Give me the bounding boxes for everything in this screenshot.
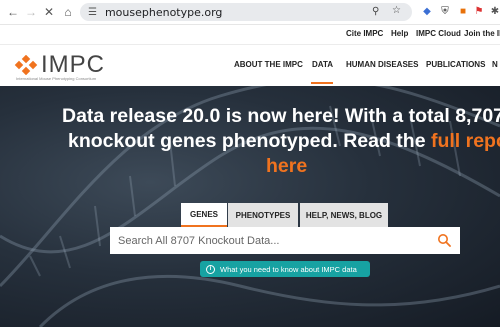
extension-blue-icon[interactable]: ◆ — [420, 4, 434, 18]
help-link[interactable]: Help — [391, 29, 408, 38]
tab-phenotypes[interactable]: PHENOTYPES — [228, 203, 298, 227]
extension-orange-icon[interactable]: ■ — [456, 4, 470, 18]
utility-links-bar: Cite IMPC Help IMPC Cloud Join the IMPC — [0, 24, 500, 44]
nav-data[interactable]: DATA — [312, 60, 333, 69]
extension-flag-icon[interactable]: ⚑ — [472, 4, 486, 18]
logo-wordmark: IMPC — [41, 51, 105, 78]
headline-line-2-text: knockout genes phenotyped. Read the — [68, 130, 431, 152]
tab-help-news-blog[interactable]: HELP, NEWS, BLOG — [300, 203, 388, 227]
headline-line-2: knockout genes phenotyped. Read the full… — [68, 129, 500, 154]
forward-icon[interactable]: → — [22, 3, 40, 21]
search-input[interactable] — [118, 234, 418, 247]
here-link[interactable]: here — [266, 154, 500, 179]
impc-logo-icon — [14, 55, 38, 75]
tab-genes[interactable]: GENES — [181, 203, 227, 227]
zoom-icon[interactable]: ⚲ — [372, 6, 379, 17]
extension-puzzle-icon[interactable]: ✱ — [488, 4, 500, 18]
full-report-link[interactable]: full report — [431, 130, 500, 152]
browser-toolbar: ← → ✕ ⌂ ☰ mousephenotype.org ⚲ ☆ ◆ ⛨ ■ ⚑… — [0, 0, 500, 24]
active-nav-indicator — [311, 82, 333, 84]
info-icon: i — [206, 264, 215, 274]
cite-impc-link[interactable]: Cite IMPC — [346, 29, 383, 38]
headline-line-1: Data release 20.0 is now here! With a to… — [62, 105, 500, 127]
nav-publications[interactable]: PUBLICATIONS — [426, 60, 485, 69]
join-impc-link[interactable]: Join the IMPC — [464, 29, 500, 38]
logo-subtitle: International Mouse Phenotyping Consorti… — [16, 76, 97, 81]
bookmark-star-icon[interactable]: ☆ — [392, 5, 401, 16]
extension-shield-icon[interactable]: ⛨ — [438, 4, 452, 18]
data-info-button[interactable]: i What you need to know about IMPC data — [200, 261, 370, 277]
home-icon[interactable]: ⌂ — [59, 3, 77, 21]
impc-logo[interactable]: IMPC International Mouse Phenotyping Con… — [14, 49, 124, 83]
search-icon[interactable] — [437, 233, 451, 247]
search-box — [110, 227, 460, 254]
address-bar[interactable]: ☰ mousephenotype.org ⚲ ☆ — [80, 3, 412, 21]
close-icon[interactable]: ✕ — [40, 3, 58, 21]
nav-about[interactable]: ABOUT THE IMPC — [234, 60, 303, 69]
back-icon[interactable]: ← — [4, 3, 22, 21]
nav-news[interactable]: N — [492, 60, 498, 69]
impc-cloud-link[interactable]: IMPC Cloud — [416, 29, 461, 38]
url-text: mousephenotype.org — [104, 5, 223, 19]
nav-human-diseases[interactable]: HUMAN DISEASES — [346, 60, 418, 69]
data-info-label: What you need to know about IMPC data — [220, 264, 357, 274]
site-header: IMPC International Mouse Phenotyping Con… — [0, 44, 500, 86]
hero-banner: Data release 20.0 is now here! With a to… — [0, 86, 500, 327]
site-info-icon[interactable]: ☰ — [88, 7, 97, 18]
release-headline: Data release 20.0 is now here! With a to… — [62, 104, 500, 179]
